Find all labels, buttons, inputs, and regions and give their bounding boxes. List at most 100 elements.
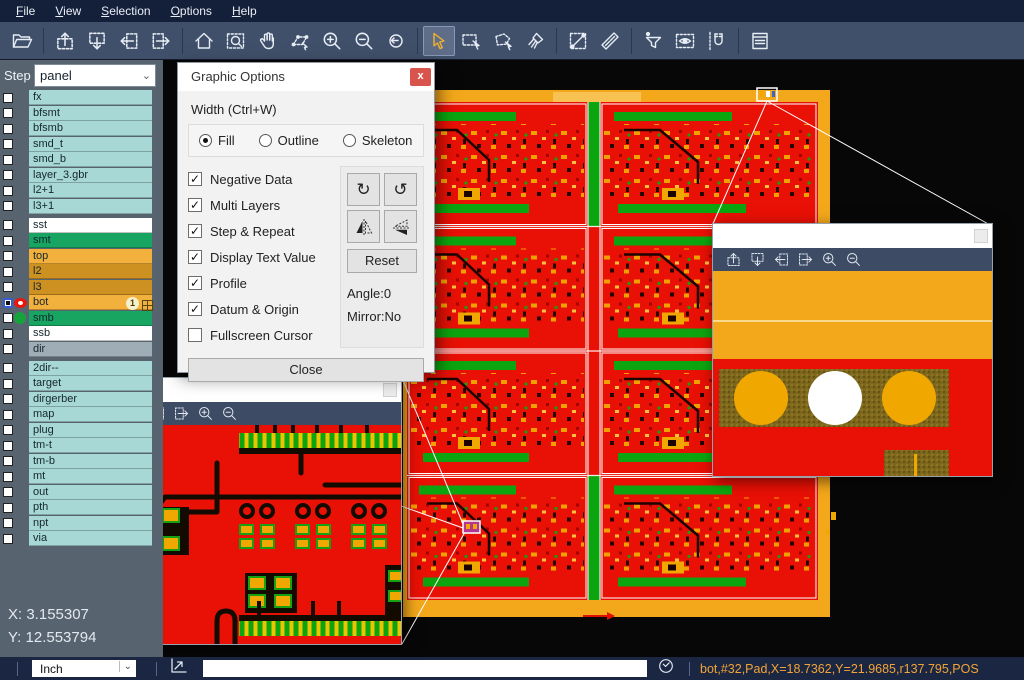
layer-checkbox[interactable]	[3, 236, 13, 246]
dialog-title-bar[interactable]: Graphic Options x	[178, 63, 434, 91]
checkbox-datum-origin[interactable]: ✓Datum & Origin	[188, 296, 340, 322]
flip-vertical-icon[interactable]	[384, 210, 417, 243]
clean-brush-icon[interactable]	[519, 26, 551, 56]
layer-checkbox[interactable]	[3, 170, 13, 180]
step-right-icon[interactable]	[793, 251, 817, 269]
main-toolbar	[0, 22, 1024, 60]
filter-icon[interactable]	[637, 26, 669, 56]
zoom-out-icon[interactable]	[841, 251, 865, 269]
step-left-icon[interactable]	[769, 251, 793, 269]
rotate-ccw-icon[interactable]: ↺	[384, 173, 417, 206]
zoom-previous-icon[interactable]	[380, 26, 412, 56]
radio-outline[interactable]: Outline	[259, 133, 319, 148]
layer-row: tm-t	[0, 438, 163, 453]
step-select[interactable]: panel ⌄	[34, 64, 156, 87]
move-vertex-icon[interactable]	[284, 26, 316, 56]
layer-checkbox[interactable]	[3, 155, 13, 165]
grid-icon[interactable]	[142, 298, 153, 316]
layer-checkbox[interactable]	[3, 251, 13, 261]
checkbox-negative-data[interactable]: ✓Negative Data	[188, 166, 340, 192]
checkbox-profile[interactable]: ✓Profile	[188, 270, 340, 296]
layer-checkbox[interactable]	[3, 394, 13, 404]
layer-checkbox[interactable]	[3, 313, 13, 323]
select-rect-icon[interactable]	[455, 26, 487, 56]
menu-help[interactable]: Help	[222, 1, 267, 21]
close-button[interactable]: Close	[188, 358, 424, 382]
layer-checkbox[interactable]	[3, 487, 13, 497]
layer-checkbox[interactable]	[3, 425, 13, 435]
zoom-out-icon[interactable]	[217, 405, 241, 423]
step-right-icon[interactable]	[169, 405, 193, 423]
popup-title-bar[interactable]	[713, 224, 992, 248]
layer-checkbox[interactable]	[3, 108, 13, 118]
pan-hand-icon[interactable]	[252, 26, 284, 56]
layer-checkbox[interactable]	[3, 503, 13, 513]
layer-checkbox[interactable]	[3, 267, 13, 277]
checkbox-display-text-value[interactable]: ✓Display Text Value	[188, 244, 340, 270]
magnifier-window-top-right[interactable]	[712, 223, 993, 477]
checkbox-step-repeat[interactable]: ✓Step & Repeat	[188, 218, 340, 244]
checkbox-multi-layers[interactable]: ✓Multi Layers	[188, 192, 340, 218]
radio-fill[interactable]: Fill	[199, 133, 235, 148]
dialog-title: Graphic Options	[178, 69, 285, 84]
menu-view[interactable]: View	[45, 1, 91, 21]
layer-checkbox[interactable]	[3, 410, 13, 420]
home-icon[interactable]	[188, 26, 220, 56]
layer-checkbox[interactable]	[3, 534, 13, 544]
layer-checkbox[interactable]	[3, 186, 13, 196]
step-up-icon[interactable]	[49, 26, 81, 56]
layer-checkbox[interactable]	[3, 456, 13, 466]
layer-checkbox[interactable]	[3, 93, 13, 103]
zoom-region-icon[interactable]	[220, 26, 252, 56]
reset-button[interactable]: Reset	[347, 249, 417, 273]
zoom-out-icon[interactable]	[348, 26, 380, 56]
select-cursor-icon[interactable]	[423, 26, 455, 56]
graphic-options-dialog[interactable]: Graphic Options x Width (Ctrl+W) Fill Ou…	[177, 62, 435, 373]
refresh-icon[interactable]	[657, 657, 675, 680]
coord-y: Y: 12.553794	[8, 626, 96, 649]
step-down-icon[interactable]	[81, 26, 113, 56]
popup-window-button[interactable]	[383, 383, 397, 397]
ruler-icon[interactable]	[594, 26, 626, 56]
select-poly-icon[interactable]	[487, 26, 519, 56]
step-left-icon[interactable]	[113, 26, 145, 56]
layer-checkbox[interactable]	[3, 518, 13, 528]
flip-horizontal-icon[interactable]	[347, 210, 380, 243]
rotate-cw-icon[interactable]: ↻	[347, 173, 380, 206]
zoom-in-icon[interactable]	[316, 26, 348, 56]
step-down-icon[interactable]	[745, 251, 769, 269]
zoom-in-icon[interactable]	[817, 251, 841, 269]
close-icon[interactable]: x	[410, 68, 431, 86]
layer-row: dirgerber	[0, 392, 163, 407]
layer-checkbox[interactable]	[3, 220, 13, 230]
step-up-icon[interactable]	[721, 251, 745, 269]
menu-selection[interactable]: Selection	[91, 1, 160, 21]
layer-checkbox[interactable]	[3, 344, 13, 354]
layer-checkbox[interactable]	[3, 139, 13, 149]
layer-checkbox[interactable]	[3, 363, 13, 373]
layer-checkbox[interactable]	[3, 379, 13, 389]
open-folder-icon[interactable]	[6, 26, 38, 56]
zoom-in-icon[interactable]	[193, 405, 217, 423]
layer-checkbox[interactable]	[3, 282, 13, 292]
layer-checkbox[interactable]	[3, 441, 13, 451]
unit-select[interactable]: Inch ⌄	[32, 660, 136, 677]
radio-skeleton[interactable]: Skeleton	[343, 133, 413, 148]
command-input[interactable]	[203, 660, 647, 677]
checkbox-fullscreen-cursor[interactable]: Fullscreen Cursor	[188, 322, 340, 348]
layer-checkbox[interactable]	[3, 201, 13, 211]
layer-checkbox[interactable]	[3, 124, 13, 134]
layer-row: smt	[0, 233, 163, 248]
menu-options[interactable]: Options	[161, 1, 222, 21]
layer-checkbox-selected[interactable]	[3, 298, 13, 308]
step-right-icon[interactable]	[145, 26, 177, 56]
angle-corner-icon[interactable]	[169, 657, 189, 680]
menu-file[interactable]: File	[6, 1, 45, 21]
view-box-icon[interactable]	[669, 26, 701, 56]
measure-line-icon[interactable]	[562, 26, 594, 56]
layer-checkbox[interactable]	[3, 329, 13, 339]
layer-panel-icon[interactable]	[744, 26, 776, 56]
popup-window-button[interactable]	[974, 229, 988, 243]
layer-checkbox[interactable]	[3, 472, 13, 482]
snap-magnet-icon[interactable]	[701, 26, 733, 56]
